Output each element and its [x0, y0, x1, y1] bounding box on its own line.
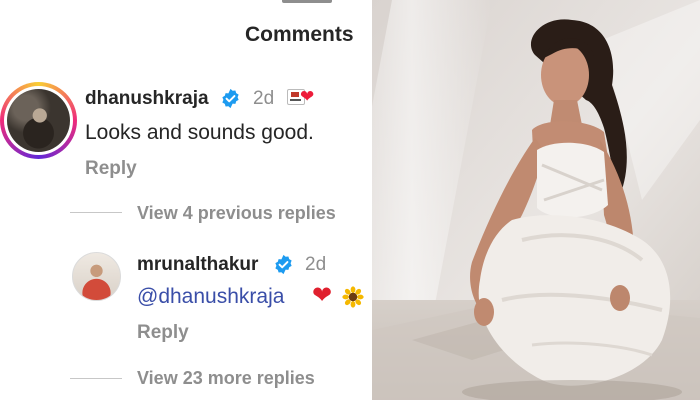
comment-username[interactable]: mrunalthakur [137, 254, 258, 276]
story-ring[interactable] [0, 82, 77, 159]
sunflower-emoji-icon [342, 286, 364, 308]
reply-button[interactable]: Reply [85, 158, 137, 180]
view-replies-button[interactable]: View 4 previous replies [137, 203, 336, 224]
heart-icon: ❤ [300, 87, 315, 106]
heart-emoji-icon: ❤ [312, 282, 333, 309]
avatar[interactable] [7, 89, 70, 152]
comment-text: Looks and sounds good. [85, 121, 314, 144]
woman-in-white-dress-image [372, 0, 700, 400]
verified-icon [275, 254, 292, 275]
comment-time: 2d [305, 254, 327, 275]
comment-time: 2d [253, 88, 275, 109]
mention-text[interactable]: @dhanushkraja [137, 285, 284, 308]
mention-link[interactable]: @dhanushkraja [137, 285, 284, 309]
divider-line [70, 378, 122, 379]
comment-username[interactable]: dhanushkraja [85, 88, 209, 110]
comments-title: Comments [245, 23, 354, 46]
comments-panel: Comments dhanushkraja 2d ❤ Looks and sou… [0, 0, 372, 400]
reply-button[interactable]: Reply [137, 322, 189, 344]
post-photo [372, 0, 700, 400]
avatar[interactable] [72, 252, 121, 301]
drag-handle[interactable] [282, 0, 332, 3]
divider-line [70, 212, 122, 213]
verified-icon [222, 88, 239, 109]
view-replies-button[interactable]: View 23 more replies [137, 368, 315, 389]
